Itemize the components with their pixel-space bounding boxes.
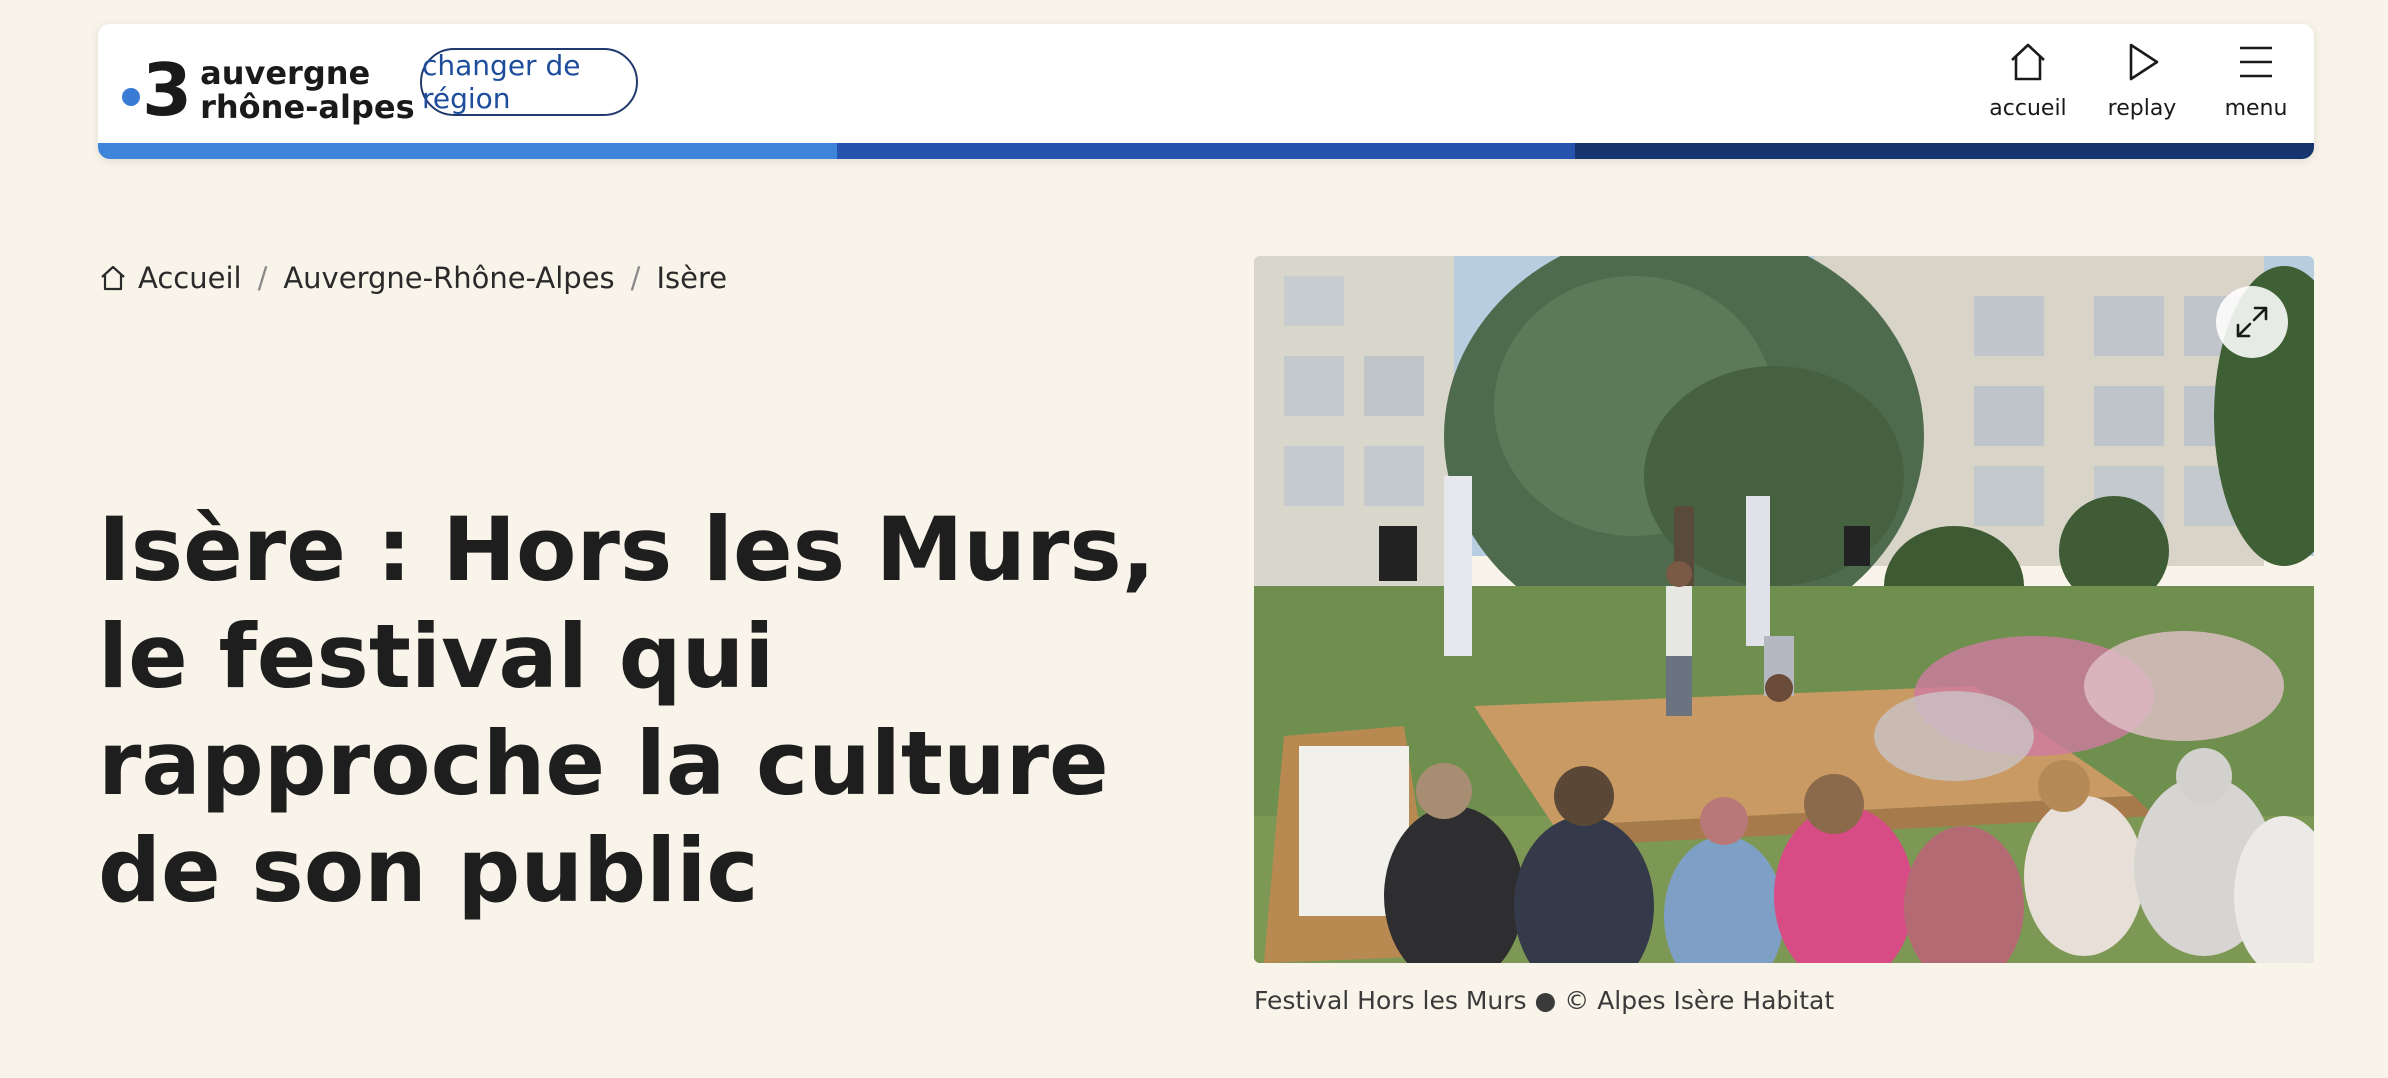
image-caption: Festival Hors les Murs ● © Alpes Isère H…	[1254, 986, 1835, 1015]
expand-icon	[2236, 306, 2268, 338]
nav-menu-label: menu	[2224, 96, 2288, 121]
breadcrumb-item-region[interactable]: Auvergne-Rhône-Alpes	[283, 261, 614, 295]
festival-photo	[1254, 256, 2314, 963]
logo-line-1: auvergne	[200, 54, 371, 92]
site-header: 3 auvergne rhône-alpes changer de région…	[98, 24, 2314, 159]
nav-accueil-label: accueil	[1989, 96, 2067, 121]
nav-replay[interactable]: replay	[2100, 40, 2184, 121]
home-icon	[101, 265, 125, 291]
logo-dot	[122, 88, 140, 106]
breadcrumb: Accueil / Auvergne-Rhône-Alpes / Isère	[98, 258, 727, 298]
article-hero-image[interactable]	[1254, 256, 2314, 963]
change-region-button[interactable]: changer de région	[420, 48, 638, 116]
breadcrumb-separator: /	[257, 261, 268, 295]
breadcrumb-item-accueil[interactable]: Accueil	[138, 261, 242, 295]
logo-line-2: rhône-alpes	[200, 88, 415, 126]
color-bar-segment-2	[836, 143, 1576, 159]
nav-accueil[interactable]: accueil	[1986, 40, 2070, 121]
breadcrumb-item-isere[interactable]: Isère	[656, 261, 727, 295]
color-bar-segment-3	[1575, 143, 2314, 159]
france3-logo[interactable]: 3 auvergne rhône-alpes	[122, 54, 415, 126]
logo-number: 3	[142, 48, 192, 132]
expand-image-button[interactable]	[2216, 286, 2288, 358]
header-nav: accueil replay menu	[1986, 40, 2298, 121]
hamburger-icon	[2240, 46, 2272, 78]
home-icon	[2011, 43, 2045, 81]
color-bar-segment-1	[98, 143, 837, 159]
nav-replay-label: replay	[2107, 96, 2177, 121]
breadcrumb-separator: /	[630, 261, 641, 295]
nav-menu[interactable]: menu	[2214, 40, 2298, 121]
header-color-bar	[98, 143, 2314, 159]
article-title: Isère : Hors les Murs, le festival qui r…	[98, 498, 1156, 922]
play-icon	[2129, 43, 2159, 81]
logo-wordmark: auvergne rhône-alpes	[200, 56, 415, 124]
